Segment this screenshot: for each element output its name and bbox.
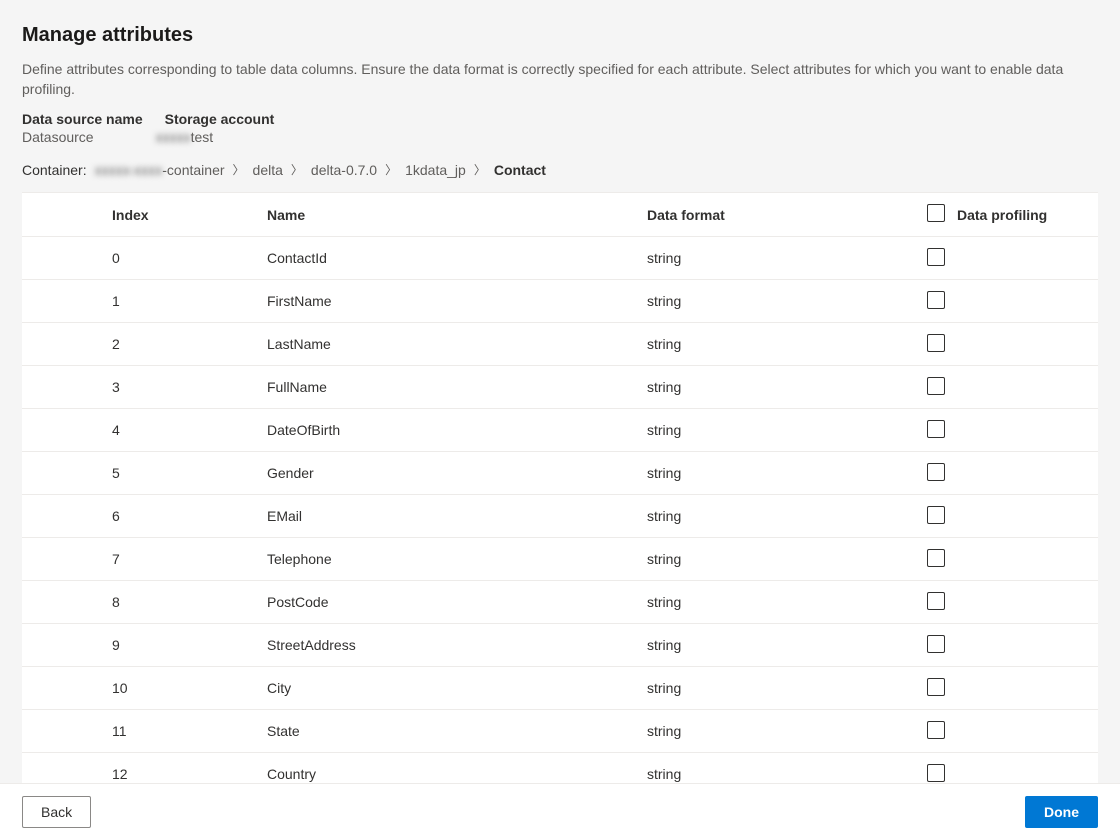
profiling-checkbox[interactable] [927, 764, 945, 782]
breadcrumb-current: Contact [494, 162, 546, 178]
breadcrumb-container-label: Container: [22, 162, 87, 178]
cell-format: string [647, 680, 927, 696]
chevron-right-icon: 〉 [385, 161, 397, 178]
cell-index: 10 [112, 680, 267, 696]
cell-name: ContactId [267, 250, 647, 266]
cell-index: 8 [112, 594, 267, 610]
done-button[interactable]: Done [1025, 796, 1098, 828]
cell-index: 2 [112, 336, 267, 352]
cell-index: 1 [112, 293, 267, 309]
cell-index: 11 [112, 723, 267, 739]
profiling-checkbox[interactable] [927, 420, 945, 438]
page-title: Manage attributes [22, 24, 1098, 47]
cell-name: Country [267, 766, 647, 782]
datasource-name-label: Data source name [22, 111, 143, 127]
cell-format: string [647, 508, 927, 524]
breadcrumb-link[interactable]: delta [253, 162, 283, 178]
table-row: 2LastNamestring [22, 323, 1098, 366]
table-row: 7Telephonestring [22, 538, 1098, 581]
storage-account-label: Storage account [165, 111, 275, 127]
table-row: 1FirstNamestring [22, 280, 1098, 323]
cell-name: PostCode [267, 594, 647, 610]
breadcrumb-container-masked: xxxxx-xxxx [95, 162, 163, 178]
storage-account-suffix: test [191, 129, 214, 145]
cell-index: 12 [112, 766, 267, 782]
breadcrumb-container-suffix: -container [162, 162, 224, 178]
profiling-checkbox[interactable] [927, 334, 945, 352]
col-index: Index [112, 207, 267, 223]
cell-format: string [647, 293, 927, 309]
table-row: 12Countrystring [22, 753, 1098, 783]
cell-index: 0 [112, 250, 267, 266]
cell-name: EMail [267, 508, 647, 524]
breadcrumb-link[interactable]: 1kdata_jp [405, 162, 466, 178]
table-row: 11Statestring [22, 710, 1098, 753]
profiling-checkbox[interactable] [927, 549, 945, 567]
footer-bar: Back Done [0, 783, 1120, 839]
table-row: 9StreetAddressstring [22, 624, 1098, 667]
chevron-right-icon: 〉 [291, 161, 303, 178]
table-body: 0ContactIdstring1FirstNamestring2LastNam… [22, 237, 1098, 783]
table-header: Index Name Data format Data profiling [22, 193, 1098, 237]
table-row: 3FullNamestring [22, 366, 1098, 409]
cell-index: 9 [112, 637, 267, 653]
table-row: 8PostCodestring [22, 581, 1098, 624]
cell-format: string [647, 422, 927, 438]
table-row: 0ContactIdstring [22, 237, 1098, 280]
select-all-profiling-checkbox[interactable] [927, 204, 945, 222]
datasource-name-value: Datasource [22, 129, 94, 145]
profiling-checkbox[interactable] [927, 506, 945, 524]
cell-index: 6 [112, 508, 267, 524]
profiling-checkbox[interactable] [927, 248, 945, 266]
table-row: 6EMailstring [22, 495, 1098, 538]
cell-format: string [647, 465, 927, 481]
cell-name: City [267, 680, 647, 696]
profiling-checkbox[interactable] [927, 635, 945, 653]
breadcrumb-container[interactable]: xxxxx-xxxx-container [95, 162, 225, 178]
profiling-checkbox[interactable] [927, 463, 945, 481]
cell-name: LastName [267, 336, 647, 352]
chevron-right-icon: 〉 [474, 161, 486, 178]
cell-index: 4 [112, 422, 267, 438]
cell-name: Telephone [267, 551, 647, 567]
profiling-checkbox[interactable] [927, 721, 945, 739]
col-name: Name [267, 207, 647, 223]
cell-name: StreetAddress [267, 637, 647, 653]
col-profiling: Data profiling [957, 207, 1047, 223]
col-format: Data format [647, 207, 927, 223]
cell-name: FirstName [267, 293, 647, 309]
table-row: 5Genderstring [22, 452, 1098, 495]
storage-account-masked: xxxxx [156, 129, 191, 145]
cell-name: Gender [267, 465, 647, 481]
cell-name: State [267, 723, 647, 739]
attributes-table: Index Name Data format Data profiling 0C… [22, 192, 1098, 783]
cell-format: string [647, 379, 927, 395]
page-subtitle: Define attributes corresponding to table… [22, 59, 1098, 99]
cell-format: string [647, 551, 927, 567]
cell-format: string [647, 336, 927, 352]
cell-format: string [647, 594, 927, 610]
table-row: 4DateOfBirthstring [22, 409, 1098, 452]
cell-format: string [647, 723, 927, 739]
profiling-checkbox[interactable] [927, 678, 945, 696]
cell-name: FullName [267, 379, 647, 395]
cell-format: string [647, 766, 927, 782]
back-button[interactable]: Back [22, 796, 91, 828]
cell-index: 7 [112, 551, 267, 567]
cell-index: 5 [112, 465, 267, 481]
breadcrumb: Container: xxxxx-xxxx-container 〉 delta 〉 d… [22, 161, 1098, 178]
table-row: 10Citystring [22, 667, 1098, 710]
cell-format: string [647, 637, 927, 653]
cell-format: string [647, 250, 927, 266]
cell-name: DateOfBirth [267, 422, 647, 438]
profiling-checkbox[interactable] [927, 377, 945, 395]
storage-account-value: xxxxxtest [156, 129, 214, 145]
profiling-checkbox[interactable] [927, 291, 945, 309]
cell-index: 3 [112, 379, 267, 395]
chevron-right-icon: 〉 [233, 161, 245, 178]
profiling-checkbox[interactable] [927, 592, 945, 610]
breadcrumb-link[interactable]: delta-0.7.0 [311, 162, 377, 178]
